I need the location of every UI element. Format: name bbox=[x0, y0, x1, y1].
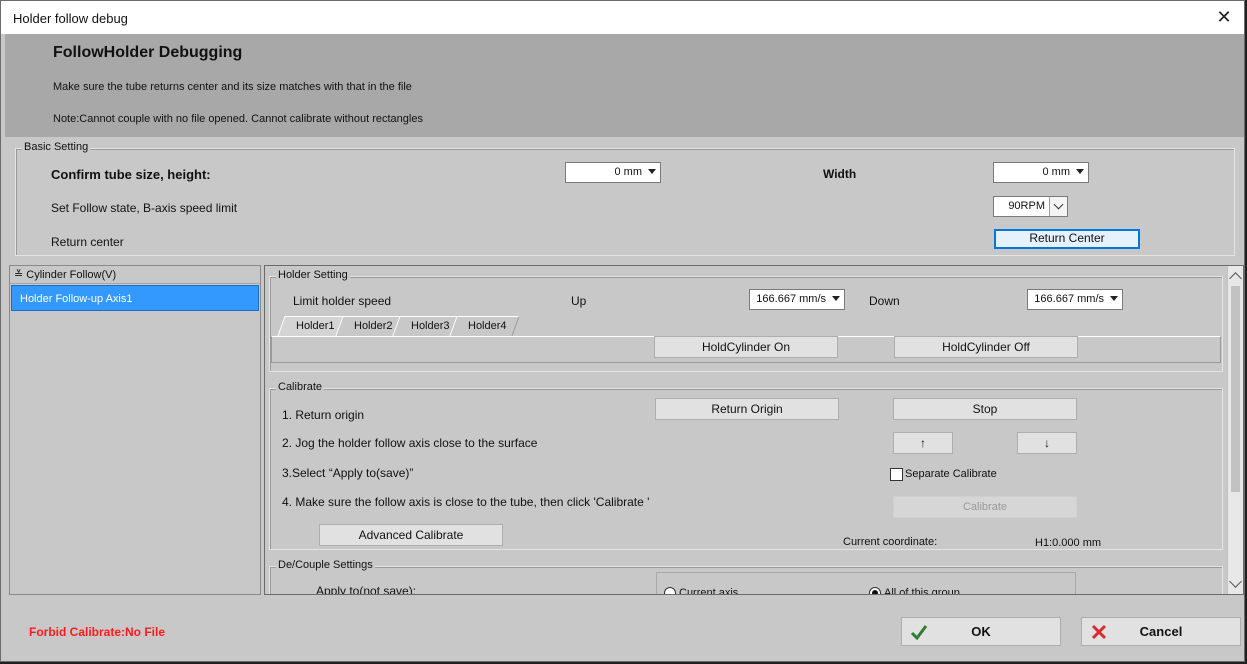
close-x-icon bbox=[1091, 624, 1107, 640]
calibrate-step1: 1. Return origin bbox=[282, 408, 365, 422]
vertical-scrollbar[interactable] bbox=[1227, 266, 1243, 594]
calibrate-step3: 3.Select “Apply to(save)” bbox=[282, 466, 414, 480]
height-combo[interactable]: 0 mm bbox=[565, 162, 661, 183]
chevron-down-icon bbox=[1076, 169, 1084, 174]
tab-label: Holder3 bbox=[411, 320, 450, 332]
tab-holder4[interactable]: Holder4 bbox=[449, 316, 520, 336]
radio-current-axis-label: Current axis bbox=[679, 587, 739, 595]
cancel-button[interactable]: Cancel bbox=[1081, 617, 1241, 646]
width-combo[interactable]: 0 mm bbox=[993, 162, 1089, 183]
tab-label: Holder2 bbox=[354, 320, 393, 332]
calibrate-button[interactable]: Calibrate bbox=[893, 496, 1077, 518]
scroll-thumb[interactable] bbox=[1231, 286, 1240, 492]
hold-cylinder-on-button[interactable]: HoldCylinder On bbox=[654, 336, 838, 358]
dropdown-button[interactable] bbox=[1049, 197, 1067, 216]
cancel-label: Cancel bbox=[1139, 624, 1183, 639]
width-value: 0 mm bbox=[1042, 166, 1071, 178]
down-speed-label: Down bbox=[869, 294, 900, 308]
radio-all-group-label: All of this group bbox=[884, 587, 960, 595]
width-label: Width bbox=[823, 167, 857, 181]
calibrate-step4: 4. Make sure the follow axis is close to… bbox=[282, 495, 650, 509]
radio-all-group[interactable] bbox=[869, 587, 881, 594]
down-speed-combo[interactable]: 166.667 mm/s bbox=[1027, 289, 1123, 310]
check-icon bbox=[910, 625, 928, 641]
down-speed-value: 166.667 mm/s bbox=[1034, 293, 1104, 305]
holder-setting-label: Holder Setting bbox=[276, 269, 350, 281]
dialog-window: Holder follow debug ✕ FollowHolder Debug… bbox=[0, 0, 1245, 662]
scroll-up-icon[interactable] bbox=[1229, 272, 1242, 285]
separate-calibrate-checkbox[interactable] bbox=[890, 468, 903, 481]
return-center-button[interactable]: Return Center bbox=[994, 229, 1140, 249]
couple-label: De/Couple Settings bbox=[276, 559, 375, 571]
header-banner: FollowHolder Debugging Make sure the tub… bbox=[5, 34, 1244, 137]
header-instruction: Make sure the tube returns center and it… bbox=[53, 81, 412, 93]
arrow-up-icon: ↑ bbox=[920, 436, 926, 450]
follow-state-label: Set Follow state, B-axis speed limit bbox=[51, 201, 238, 215]
chevron-down-icon bbox=[648, 169, 656, 174]
current-coordinate-label: Current coordinate: bbox=[843, 536, 938, 548]
radio-current-axis[interactable] bbox=[664, 587, 676, 594]
ok-button[interactable]: OK bbox=[901, 617, 1061, 646]
tab-label: Holder1 bbox=[296, 320, 335, 332]
apply-to-label: Apply to(not save): bbox=[316, 584, 417, 595]
scroll-down-icon[interactable] bbox=[1229, 575, 1242, 588]
current-coordinate-value: H1:0.000 mm bbox=[1035, 537, 1102, 549]
title-bar: Holder follow debug ✕ bbox=[1, 1, 1244, 34]
height-value: 0 mm bbox=[614, 166, 643, 178]
tree-group-header[interactable]: ≚ Cylinder Follow(V) bbox=[10, 266, 260, 284]
return-center-label: Return center bbox=[51, 235, 124, 249]
stop-button[interactable]: Stop bbox=[893, 398, 1077, 420]
page-title: FollowHolder Debugging bbox=[53, 44, 243, 61]
ok-label: OK bbox=[971, 624, 991, 639]
advanced-calibrate-button[interactable]: Advanced Calibrate bbox=[319, 524, 503, 546]
speed-limit-value: 90RPM bbox=[1008, 200, 1045, 212]
tree-group-label: Cylinder Follow(V) bbox=[26, 269, 117, 281]
close-icon[interactable]: ✕ bbox=[1214, 7, 1234, 27]
separate-calibrate-label: Separate Calibrate bbox=[905, 468, 997, 480]
basic-setting-label: Basic Setting bbox=[22, 141, 91, 153]
calibrate-warning: Forbid Calibrate:No File bbox=[29, 625, 166, 639]
axis-tree: ≚ Cylinder Follow(V) Holder Follow-up Ax… bbox=[9, 265, 261, 595]
double-chevron-down-icon: ≚ bbox=[14, 269, 24, 281]
header-note: Note:Cannot couple with no file opened. … bbox=[53, 113, 423, 125]
arrow-down-icon: ↓ bbox=[1044, 436, 1050, 450]
up-speed-value: 166.667 mm/s bbox=[756, 293, 826, 305]
calibrate-label: Calibrate bbox=[276, 381, 325, 393]
chevron-down-icon bbox=[1053, 199, 1064, 210]
hold-cylinder-off-button[interactable]: HoldCylinder Off bbox=[894, 336, 1078, 358]
tube-size-label: Confirm tube size, height: bbox=[51, 167, 211, 182]
calibrate-step2: 2. Jog the holder follow axis close to t… bbox=[282, 436, 538, 450]
speed-limit-combo[interactable]: 90RPM bbox=[993, 196, 1068, 217]
tab-label: Holder4 bbox=[468, 320, 507, 332]
limit-speed-label: Limit holder speed bbox=[293, 294, 392, 308]
window-title: Holder follow debug bbox=[13, 11, 128, 26]
jog-up-button[interactable]: ↑ bbox=[893, 432, 953, 454]
axis-settings-panel: Holder Setting Limit holder speed Up 166… bbox=[264, 265, 1244, 595]
return-origin-button[interactable]: Return Origin bbox=[655, 398, 839, 420]
jog-down-button[interactable]: ↓ bbox=[1017, 432, 1077, 454]
up-speed-label: Up bbox=[571, 294, 587, 308]
up-speed-combo[interactable]: 166.667 mm/s bbox=[749, 289, 845, 310]
chevron-down-icon bbox=[1110, 296, 1118, 301]
chevron-down-icon bbox=[832, 296, 840, 301]
tree-item-holder-axis1[interactable]: Holder Follow-up Axis1 bbox=[11, 285, 259, 311]
